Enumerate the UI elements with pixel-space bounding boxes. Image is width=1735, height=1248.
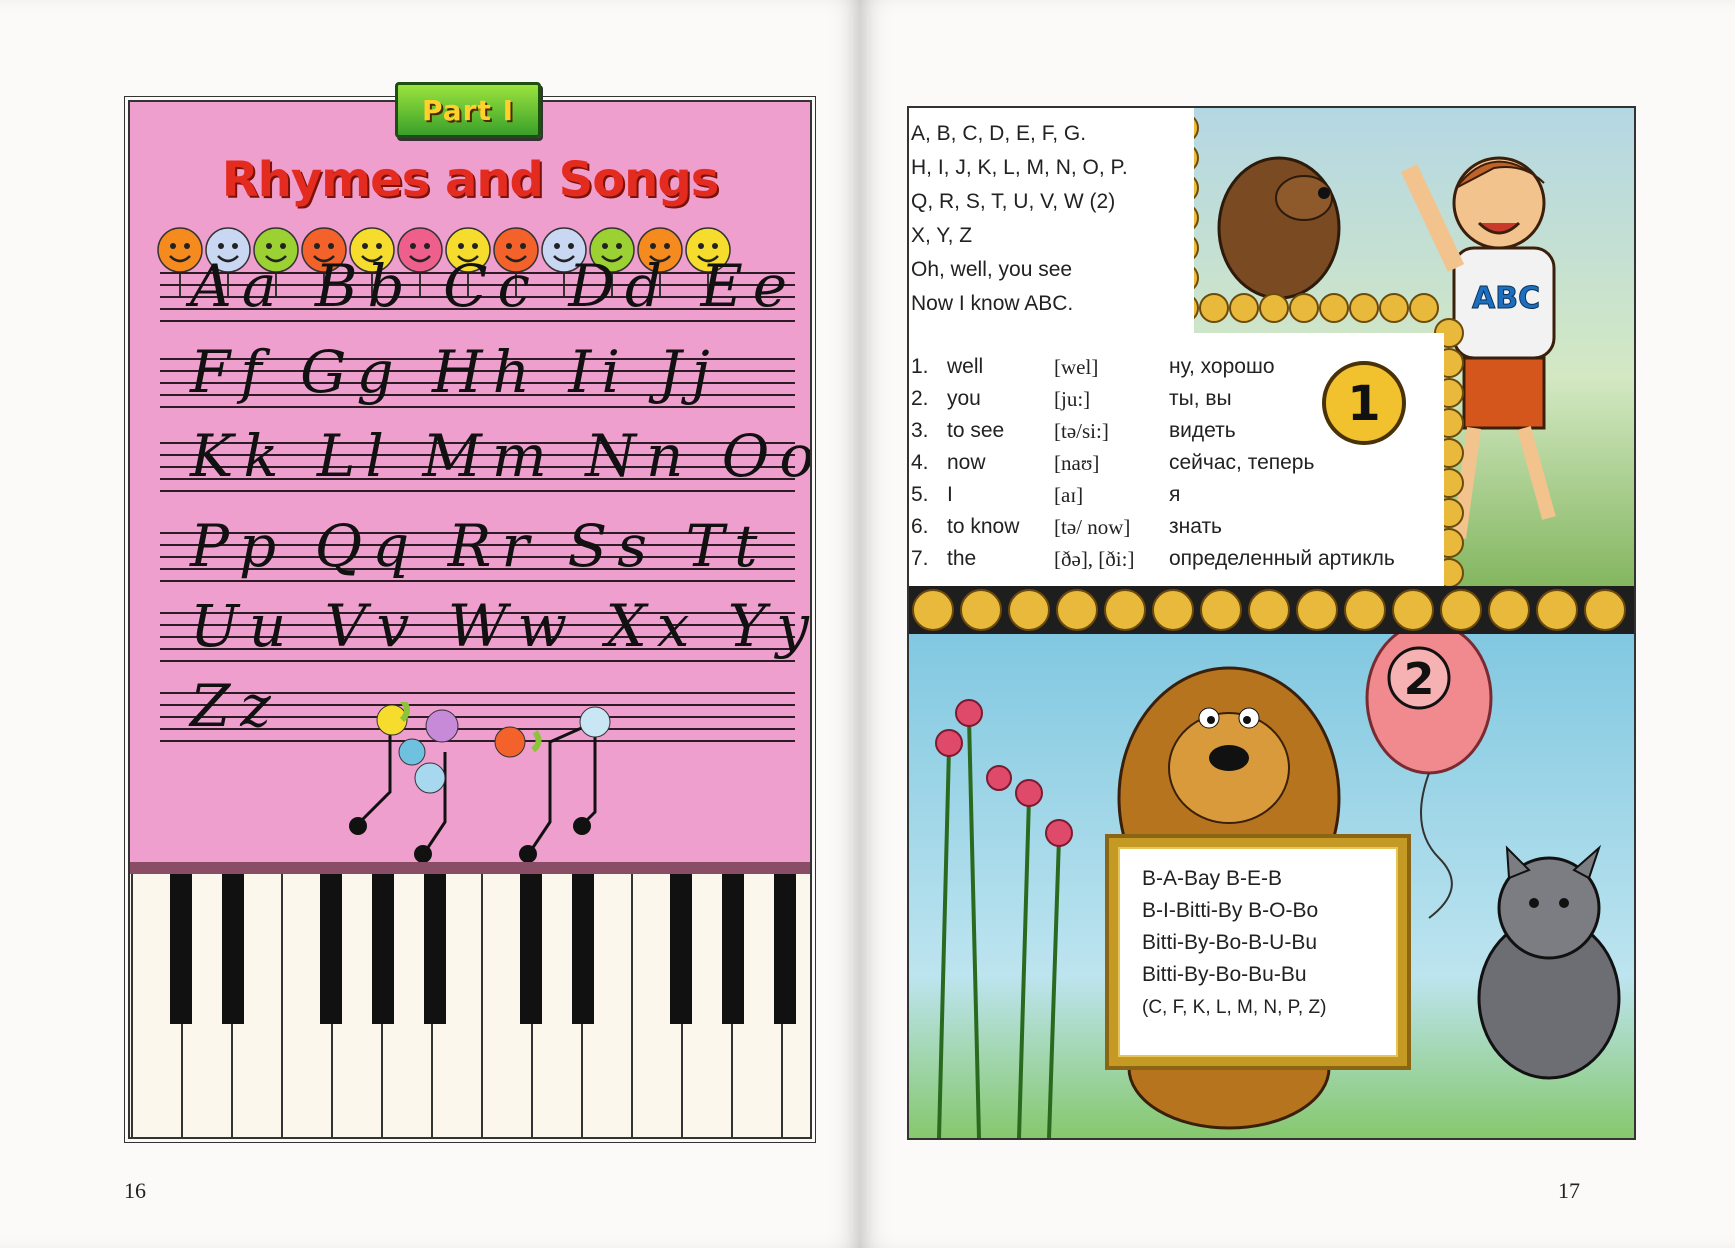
part-badge: Part I — [395, 82, 541, 138]
piano-keyboard — [130, 862, 810, 1137]
music-notes-illustration — [349, 702, 611, 863]
cat-icon — [1477, 844, 1621, 1080]
rhyme-line-1: A, B, C, D, E, F, G. — [911, 122, 1087, 145]
rhyme-sign: B-A-Bay B-E-B B-I-Bitti-By B-O-Bo Bitti-… — [1105, 834, 1411, 1070]
alphabet-frame: Rhymes and Songs Aa Bb Cc Dd Ee Ff Gg Hh… — [124, 96, 816, 1143]
svg-text:1: 1 — [1347, 376, 1380, 432]
number-2-badge: 2 — [1404, 654, 1435, 705]
page-number-right: 17 — [1558, 1178, 1580, 1203]
cursive-row-3: Kk Ll Mm Nn Oo — [190, 422, 812, 490]
left-page: Part I Rhymes and Songs Aa Bb Cc Dd Ee F… — [0, 0, 860, 1248]
rhyme-line-6: Now I know ABC. — [911, 292, 1074, 315]
cursive-row-2: Ff Gg Hh Ii Jj — [190, 338, 720, 406]
page-number-left: 16 — [124, 1178, 146, 1203]
shirt-text: ABC — [1472, 281, 1540, 316]
rhyme-line-3: Q, R, S, T, U, V, W (2) — [911, 190, 1116, 213]
vocab-row: 6. to know [tə/ now] знать — [911, 515, 1223, 539]
piano-keys-icon — [130, 874, 810, 1137]
vocab-row: 7. the [ðə], [ði:] определенный артикль — [911, 547, 1395, 571]
cursive-row-1: Aa Bb Cc Dd Ee — [190, 252, 798, 320]
sign-line-1: B-A-Bay B-E-B — [1142, 867, 1283, 890]
number-1-badge: 1 — [1322, 361, 1406, 445]
sign-line-4: Bitti-By-Bo-Bu-Bu — [1142, 963, 1307, 986]
rhyme-line-4: X, Y, Z — [911, 224, 973, 247]
rhyme-frame: ABC A, B, C, D, E, F, G. H, I, J, K, L, … — [907, 106, 1636, 1140]
note-icon — [358, 720, 597, 853]
sign-line-3: Bitti-By-Bo-B-U-Bu — [1142, 931, 1318, 954]
rhyme-line-2: H, I, J, K, L, M, N, O, P. — [911, 156, 1128, 179]
rhyme-line-5: Oh, well, you see — [911, 258, 1073, 281]
vocab-row: 4. now [naʊ] сейчас, теперь — [911, 451, 1315, 475]
smiley-coin-border — [909, 586, 1634, 634]
vocab-row: 5. I [aɪ] я — [911, 483, 1181, 507]
cursive-row-5: Uu Vv Ww Xx Yy — [190, 592, 812, 660]
cursive-row-4: Pp Qq Rr Ss Tt — [190, 512, 768, 580]
page-title: Rhymes and Songs — [221, 152, 720, 208]
alphabet-rhyme: A, B, C, D, E, F, G. H, I, J, K, L, M, N… — [909, 108, 1194, 333]
sign-line-2: B-I-Bitti-By B-O-Bo — [1142, 899, 1319, 922]
sign-line-5: (C, F, K, L, M, N, P, Z) — [1142, 997, 1327, 1018]
